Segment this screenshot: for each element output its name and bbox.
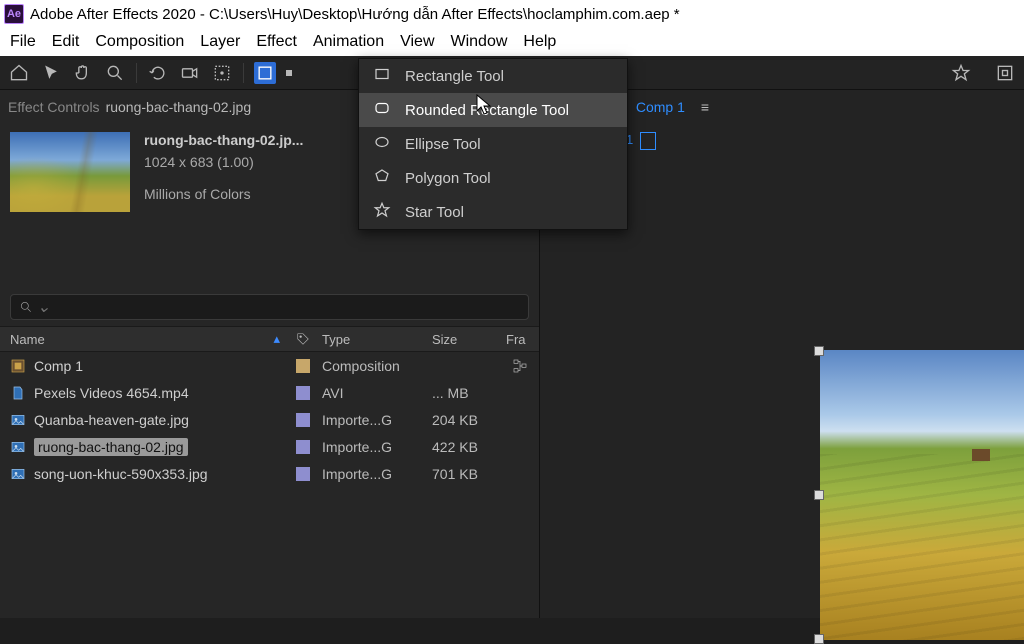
item-size: ... MB xyxy=(426,385,500,401)
shape-menu-item[interactable]: Rounded Rectangle Tool xyxy=(359,93,627,127)
menu-item-label: Star Tool xyxy=(405,204,464,221)
item-type: Importe...G xyxy=(316,412,426,428)
composition-name-link[interactable]: Comp 1 xyxy=(636,99,685,115)
item-name: Pexels Videos 4654.mp4 xyxy=(34,385,189,401)
item-name: song-uon-khuc-590x353.jpg xyxy=(34,466,208,482)
menu-bar: File Edit Composition Layer Effect Anima… xyxy=(0,28,1024,56)
menu-animation[interactable]: Animation xyxy=(305,31,392,53)
item-name: ruong-bac-thang-02.jpg xyxy=(34,438,188,456)
menu-help[interactable]: Help xyxy=(515,31,564,53)
panel-label: Effect Controls xyxy=(8,99,100,115)
item-name: Comp 1 xyxy=(34,358,83,374)
col-label-swatch[interactable] xyxy=(290,332,316,346)
transform-handle[interactable] xyxy=(814,346,824,356)
roundrect-icon xyxy=(373,99,391,121)
project-item[interactable]: ruong-bac-thang-02.jpg Importe...G422 KB xyxy=(0,433,539,460)
rotate-tool-icon[interactable] xyxy=(147,62,169,84)
project-item[interactable]: Quanba-heaven-gate.jpg Importe...G204 KB xyxy=(0,406,539,433)
rect-icon xyxy=(373,65,391,87)
item-name: Quanba-heaven-gate.jpg xyxy=(34,412,189,428)
project-columns-header: Name ▴ Type Size Fra xyxy=(0,326,539,352)
footage-color-depth: Millions of Colors xyxy=(144,186,303,202)
menu-layer[interactable]: Layer xyxy=(192,31,248,53)
title-bar: Ae Adobe After Effects 2020 - C:\Users\H… xyxy=(0,0,1024,28)
menu-effect[interactable]: Effect xyxy=(248,31,305,53)
item-hierarchy-icon xyxy=(500,358,540,374)
item-type: Composition xyxy=(316,358,426,374)
file-type-icon xyxy=(10,358,26,374)
polygon-icon xyxy=(373,167,391,189)
shape-menu-item[interactable]: Star Tool xyxy=(359,195,627,229)
ellipse-icon xyxy=(373,133,391,155)
favorite-star-icon[interactable] xyxy=(950,62,972,84)
menu-composition[interactable]: Composition xyxy=(87,31,192,53)
menu-view[interactable]: View xyxy=(392,31,442,53)
menu-item-label: Polygon Tool xyxy=(405,170,491,187)
item-size: 204 KB xyxy=(426,412,500,428)
region-tool-icon[interactable] xyxy=(211,62,233,84)
label-swatch[interactable] xyxy=(296,359,310,373)
app-icon: Ae xyxy=(4,4,24,24)
footage-filename: ruong-bac-thang-02.jp... xyxy=(144,132,303,148)
window-title: Adobe After Effects 2020 - C:\Users\Huy\… xyxy=(30,6,680,23)
zoom-tool-icon[interactable] xyxy=(104,62,126,84)
transform-handle[interactable] xyxy=(814,490,824,500)
file-type-icon xyxy=(10,385,26,401)
project-list: Comp 1 Composition Pexels Videos 4654.mp4 A… xyxy=(0,352,539,487)
item-type: Importe...G xyxy=(316,466,426,482)
col-type[interactable]: Type xyxy=(316,332,426,347)
project-search-input[interactable]: ⌄ xyxy=(10,294,529,320)
transform-handle[interactable] xyxy=(814,634,824,644)
menu-item-label: Rectangle Tool xyxy=(405,68,504,85)
menu-window[interactable]: Window xyxy=(443,31,516,53)
selection-tool-icon[interactable] xyxy=(40,62,62,84)
item-size: 701 KB xyxy=(426,466,500,482)
mouse-cursor-icon xyxy=(476,94,492,121)
file-type-icon xyxy=(10,466,26,482)
col-size[interactable]: Size xyxy=(426,332,500,347)
label-swatch[interactable] xyxy=(296,440,310,454)
panel-menu-icon[interactable]: ≡ xyxy=(701,99,709,115)
file-type-icon xyxy=(10,439,26,455)
effect-controls-target: ruong-bac-thang-02.jpg xyxy=(106,99,252,115)
camera-tool-icon[interactable] xyxy=(179,62,201,84)
label-swatch[interactable] xyxy=(296,467,310,481)
project-item[interactable]: Comp 1 Composition xyxy=(0,352,539,379)
tool-submenu-indicator xyxy=(286,70,292,76)
shape-menu-item[interactable]: Ellipse Tool xyxy=(359,127,627,161)
project-item[interactable]: song-uon-khuc-590x353.jpg Importe...G701 … xyxy=(0,460,539,487)
item-type: Importe...G xyxy=(316,439,426,455)
menu-edit[interactable]: Edit xyxy=(44,31,88,53)
menu-file[interactable]: File xyxy=(2,31,44,53)
sort-indicator-icon: ▴ xyxy=(273,331,280,347)
shape-tool-dropdown: Rectangle Tool Rounded Rectangle Tool Elli… xyxy=(358,58,628,230)
label-swatch[interactable] xyxy=(296,413,310,427)
layer-indicator-box xyxy=(640,132,656,150)
home-icon[interactable] xyxy=(8,62,30,84)
snap-icon[interactable] xyxy=(994,62,1016,84)
menu-item-label: Ellipse Tool xyxy=(405,136,481,153)
col-name[interactable]: Name xyxy=(10,332,45,347)
col-framerate[interactable]: Fra xyxy=(500,332,540,347)
viewer-canvas[interactable] xyxy=(820,350,1024,640)
item-type: AVI xyxy=(316,385,426,401)
item-size: 422 KB xyxy=(426,439,500,455)
hand-tool-icon[interactable] xyxy=(72,62,94,84)
shape-menu-item[interactable]: Rectangle Tool xyxy=(359,59,627,93)
file-type-icon xyxy=(10,412,26,428)
footage-thumbnail xyxy=(10,132,130,212)
project-item[interactable]: Pexels Videos 4654.mp4 AVI... MB xyxy=(0,379,539,406)
shape-tool-button[interactable] xyxy=(254,62,276,84)
footage-dimensions: 1024 x 683 (1.00) xyxy=(144,154,303,170)
toolbar-separator xyxy=(243,63,244,83)
toolbar-separator xyxy=(136,63,137,83)
label-swatch[interactable] xyxy=(296,386,310,400)
shape-menu-item[interactable]: Polygon Tool xyxy=(359,161,627,195)
star-icon xyxy=(373,201,391,223)
